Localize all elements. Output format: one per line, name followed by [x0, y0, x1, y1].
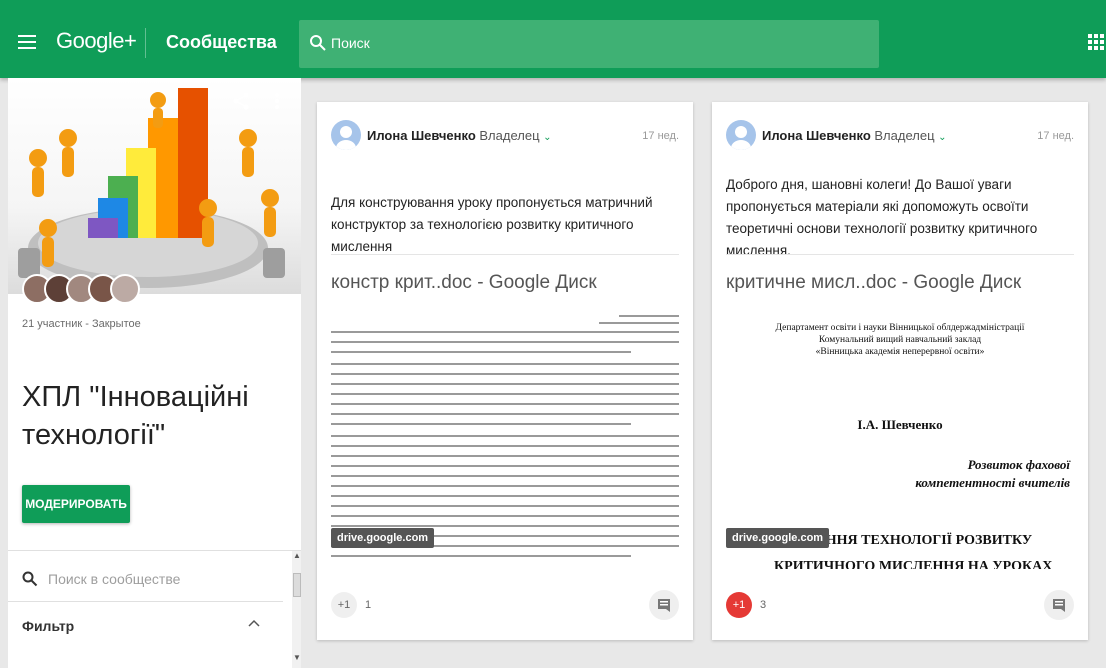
- meeting-illustration: [18, 88, 285, 288]
- search-icon: [22, 571, 38, 587]
- post-time[interactable]: 17 нед.: [1037, 130, 1074, 142]
- author-name[interactable]: Илона Шевченко Владелец ⌄: [762, 128, 947, 143]
- plus-one-button[interactable]: +1: [331, 592, 357, 618]
- divider: [8, 550, 301, 551]
- top-bar: Google+ Сообщества Поиск: [0, 0, 1106, 78]
- divider: [8, 601, 283, 602]
- author-avatar[interactable]: [726, 120, 756, 150]
- attachment-title[interactable]: критичне мисл..doc - Google Диск: [726, 272, 1021, 294]
- preview-subtitle: компетентності вчителів: [915, 475, 1070, 490]
- search-input[interactable]: Поиск: [299, 20, 879, 68]
- scrollbar[interactable]: ▲ ▼: [292, 551, 301, 668]
- divider: [726, 254, 1074, 255]
- community-search-input[interactable]: Поиск в сообществе: [22, 566, 272, 594]
- scroll-up-arrow[interactable]: ▲: [293, 551, 301, 560]
- preview-line: Комунальний вищий навчальний заклад: [818, 335, 982, 345]
- author-role[interactable]: Владелец ⌄: [874, 128, 946, 143]
- menu-icon[interactable]: [18, 35, 36, 49]
- author-role-text: Владелец: [874, 128, 935, 143]
- google-plus-logo[interactable]: Google+: [56, 28, 137, 54]
- plus-one-count: 1: [365, 599, 372, 611]
- preview-subtitle: Розвиток фахової: [967, 457, 1070, 472]
- attachment-title[interactable]: констр крит..doc - Google Диск: [331, 272, 597, 294]
- avatar[interactable]: [110, 274, 140, 304]
- preview-line: Департамент освіти і науки Вінницької об…: [775, 323, 1025, 333]
- chevron-down-icon: ⌄: [938, 132, 947, 143]
- more-vert-icon[interactable]: [274, 92, 280, 110]
- attachment-domain[interactable]: drive.google.com: [726, 528, 830, 548]
- community-sidebar: 21 участник - Закрытое ХПЛ "Інноваційні …: [8, 78, 301, 668]
- search-placeholder: Поиск: [331, 35, 370, 51]
- preview-line: «Вінницька академія неперервної освіти»: [815, 347, 985, 357]
- comment-icon: [1053, 599, 1065, 612]
- community-search-placeholder: Поиск в сообществе: [48, 571, 181, 587]
- plus-one-count: 3: [760, 599, 767, 611]
- member-avatars[interactable]: [22, 274, 140, 304]
- plus-one-button[interactable]: +1: [726, 592, 752, 618]
- author-name-text: Илона Шевченко: [762, 128, 871, 143]
- share-icon[interactable]: [232, 92, 250, 110]
- apps-grid-icon[interactable]: [1088, 34, 1104, 50]
- chevron-up-icon[interactable]: [248, 618, 260, 628]
- scrollbar-thumb[interactable]: [293, 573, 301, 597]
- scroll-down-arrow[interactable]: ▼: [293, 653, 301, 662]
- divider: [331, 254, 679, 255]
- header-divider: [145, 28, 146, 58]
- author-role[interactable]: Владелец ⌄: [479, 128, 551, 143]
- attachment-domain[interactable]: drive.google.com: [331, 528, 435, 548]
- moderate-button[interactable]: МОДЕРИРОВАТЬ: [22, 485, 130, 523]
- comment-button[interactable]: [649, 590, 679, 620]
- post-card: Илона Шевченко Владелец ⌄ 17 нед. Доброг…: [712, 102, 1088, 640]
- comment-button[interactable]: [1044, 590, 1074, 620]
- author-name-text: Илона Шевченко: [367, 128, 476, 143]
- post-card: Илона Шевченко Владелец ⌄ 17 нед. Для ко…: [317, 102, 693, 640]
- post-text: Для конструювання уроку пропонується мат…: [331, 195, 653, 254]
- member-count: 21 участник - Закрытое: [22, 318, 141, 330]
- community-title: ХПЛ "Інноваційні технології": [22, 381, 249, 451]
- search-icon: [310, 35, 326, 51]
- chevron-down-icon: ⌄: [543, 132, 552, 143]
- author-role-text: Владелец: [479, 128, 540, 143]
- preview-heading: КРИТИЧНОГО МИСЛЕННЯ НА УРОКАХ: [774, 559, 1053, 569]
- author-name[interactable]: Илона Шевченко Владелец ⌄: [367, 128, 552, 143]
- community-cover-image: [8, 78, 301, 294]
- filter-label[interactable]: Фильтр: [22, 618, 74, 634]
- section-title[interactable]: Сообщества: [166, 32, 277, 53]
- preview-author: І.А. Шевченко: [857, 417, 943, 432]
- author-avatar[interactable]: [331, 120, 361, 150]
- post-time[interactable]: 17 нед.: [642, 130, 679, 142]
- comment-icon: [658, 599, 670, 612]
- post-text: Доброго дня, шановні колеги! До Вашої ув…: [726, 177, 1038, 258]
